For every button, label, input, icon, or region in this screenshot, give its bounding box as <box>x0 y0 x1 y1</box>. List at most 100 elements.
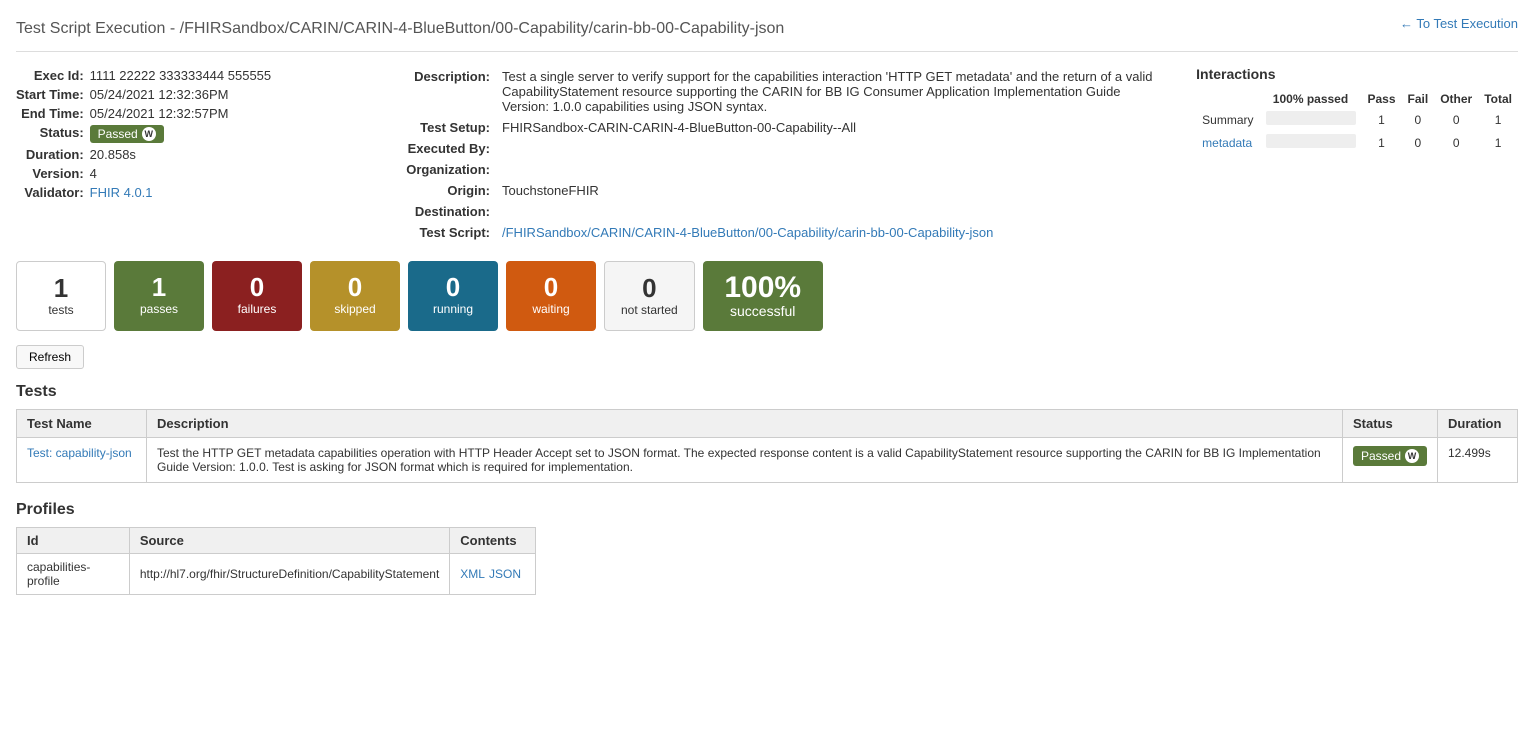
status-badge: Passed W <box>1353 446 1427 466</box>
interactions-row-total: 1 <box>1478 108 1518 131</box>
test-duration-cell: 12.499s <box>1438 438 1518 483</box>
profile-source-cell: http://hl7.org/fhir/StructureDefinition/… <box>129 554 449 595</box>
validator-value: FHIR 4.0.1 <box>90 183 277 202</box>
stat-waiting: 0 waiting <box>506 261 596 331</box>
start-time-value: 05/24/2021 12:32:36PM <box>90 85 277 104</box>
test-name-link[interactable]: Test: capability-json <box>27 446 132 460</box>
interactions-col-total: Total <box>1478 90 1518 108</box>
page-title: Test Script Execution - /FHIRSandbox/CAR… <box>16 16 784 39</box>
interactions-progress-cell <box>1260 108 1362 131</box>
table-row: Test: capability-json Test the HTTP GET m… <box>17 438 1518 483</box>
profile-id-cell: capabilities-profile <box>17 554 130 595</box>
version-value: 4 <box>90 164 277 183</box>
interactions-row-fail: 0 <box>1402 131 1435 154</box>
profiles-col-contents: Contents <box>450 528 536 554</box>
xml-link[interactable]: XML <box>460 567 485 581</box>
stat-tests: 1 tests <box>16 261 106 331</box>
desc-value: Test a single server to verify support f… <box>496 66 1166 117</box>
skipped-label: skipped <box>326 302 384 316</box>
test-script-link[interactable]: /FHIRSandbox/CARIN/CARIN-4-BlueButton/00… <box>502 225 993 240</box>
profiles-col-id: Id <box>17 528 130 554</box>
meta-center: Description: Test a single server to ver… <box>366 66 1166 243</box>
running-num: 0 <box>424 273 482 302</box>
stat-failures: 0 failures <box>212 261 302 331</box>
validator-label: Validator: <box>16 183 90 202</box>
start-time-label: Start Time: <box>16 85 90 104</box>
profiles-section-title: Profiles <box>16 501 1518 519</box>
failures-num: 0 <box>228 273 286 302</box>
validator-link[interactable]: FHIR 4.0.1 <box>90 185 153 200</box>
interactions-row: Summary1001 <box>1196 108 1518 131</box>
tests-col-name: Test Name <box>17 410 147 438</box>
duration-value: 20.858s <box>90 145 277 164</box>
passes-num: 1 <box>130 273 188 302</box>
interactions-row-pass: 1 <box>1362 108 1402 131</box>
interactions-row-fail: 0 <box>1402 108 1435 131</box>
test-status-cell: Passed W <box>1342 438 1437 483</box>
tests-table: Test Name Description Status Duration Te… <box>16 409 1518 483</box>
meta-left: Exec Id: 1111 22222 333333444 555555 Sta… <box>16 66 336 243</box>
title-subtitle: - /FHIRSandbox/CARIN/CARIN-4-BlueButton/… <box>165 20 784 37</box>
tests-col-status: Status <box>1342 410 1437 438</box>
interactions-row-total: 1 <box>1478 131 1518 154</box>
interactions-row-label: Summary <box>1196 108 1259 131</box>
interactions-col-pass: Pass <box>1362 90 1402 108</box>
test-setup-value: FHIRSandbox-CARIN-CARIN-4-BlueButton-00-… <box>496 117 1166 138</box>
passes-label: passes <box>130 302 188 316</box>
exec-id-label: Exec Id: <box>16 66 90 85</box>
organization-label: Organization: <box>366 159 496 180</box>
end-time-value: 05/24/2021 12:32:57PM <box>90 104 277 123</box>
interactions-title: Interactions <box>1196 66 1518 82</box>
desc-label: Description: <box>366 66 496 117</box>
json-link[interactable]: JSON <box>489 567 521 581</box>
destination-label: Destination: <box>366 201 496 222</box>
stat-not-started: 0 not started <box>604 261 695 331</box>
running-label: running <box>424 302 482 316</box>
exec-id-value: 1111 22222 333333444 555555 <box>90 66 277 85</box>
interactions-row-link[interactable]: metadata <box>1202 136 1252 150</box>
back-link[interactable]: To Test Execution <box>1400 16 1518 31</box>
organization-value <box>496 159 1166 180</box>
meta-section: Exec Id: 1111 22222 333333444 555555 Sta… <box>16 66 1518 243</box>
list-item: capabilities-profilehttp://hl7.org/fhir/… <box>17 554 536 595</box>
stat-running: 0 running <box>408 261 498 331</box>
profiles-col-source: Source <box>129 528 449 554</box>
test-desc-cell: Test the HTTP GET metadata capabilities … <box>147 438 1343 483</box>
status-text: Passed <box>98 127 138 141</box>
tests-col-desc: Description <box>147 410 1343 438</box>
page-header: Test Script Execution - /FHIRSandbox/CAR… <box>16 16 1518 52</box>
test-name-cell: Test: capability-json <box>17 438 147 483</box>
profile-contents-cell: XML JSON <box>450 554 536 595</box>
version-label: Version: <box>16 164 90 183</box>
interactions-col-passed: 100% passed <box>1260 90 1362 108</box>
interactions-row-other: 0 <box>1434 131 1478 154</box>
interactions-row-pass: 1 <box>1362 131 1402 154</box>
end-time-label: End Time: <box>16 104 90 123</box>
interactions-col-other: Other <box>1434 90 1478 108</box>
stat-success: 100% successful <box>703 261 823 331</box>
interactions-progress-cell <box>1260 131 1362 154</box>
test-script-label: Test Script: <box>366 222 496 243</box>
status-label: Status: <box>16 123 90 145</box>
tests-col-duration: Duration <box>1438 410 1518 438</box>
tests-label: tests <box>33 303 89 317</box>
duration-label: Duration: <box>16 145 90 164</box>
interactions-row-other: 0 <box>1434 108 1478 131</box>
interactions-row-label[interactable]: metadata <box>1196 131 1259 154</box>
stat-skipped: 0 skipped <box>310 261 400 331</box>
tests-num: 1 <box>33 274 89 303</box>
stat-passes: 1 passes <box>114 261 204 331</box>
tests-section-title: Tests <box>16 383 1518 401</box>
origin-value: TouchstoneFHIR <box>496 180 1166 201</box>
refresh-button[interactable]: Refresh <box>16 345 84 369</box>
status-badge: Passed W <box>90 125 164 143</box>
badge-w: W <box>1405 449 1419 463</box>
test-setup-label: Test Setup: <box>366 117 496 138</box>
origin-label: Origin: <box>366 180 496 201</box>
status-cell: Passed W <box>90 123 277 145</box>
not-started-label: not started <box>621 303 678 317</box>
title-main: Test Script Execution <box>16 20 165 37</box>
meta-right: Interactions 100% passed Pass Fail Other… <box>1196 66 1518 243</box>
interactions-col-fail: Fail <box>1402 90 1435 108</box>
destination-value <box>496 201 1166 222</box>
